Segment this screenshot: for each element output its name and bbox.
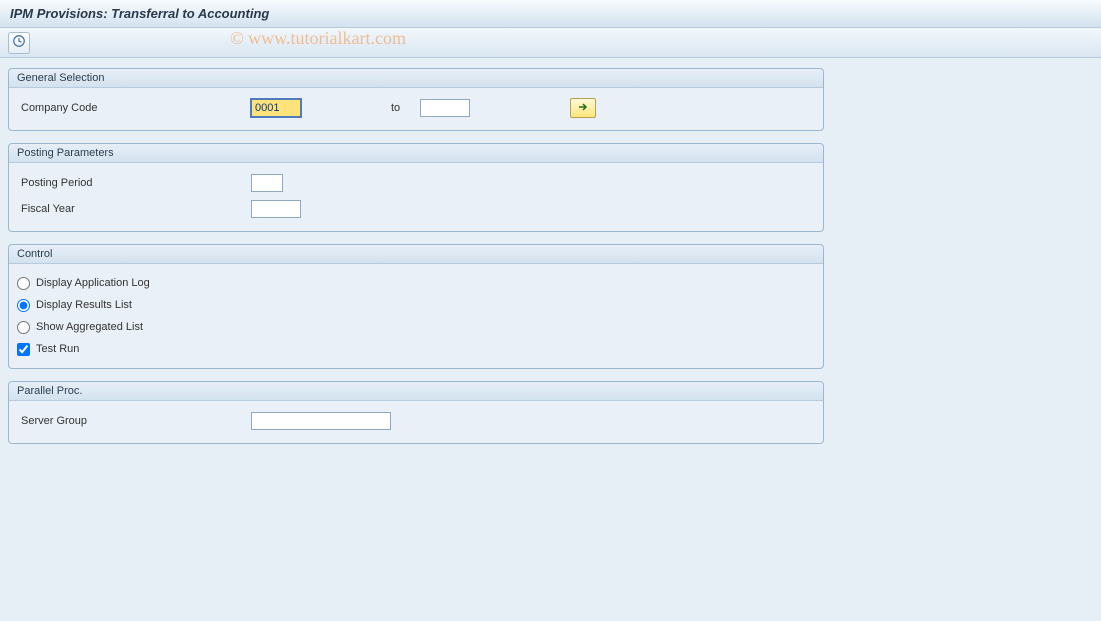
radio-display-results-label: Display Results List [36,299,132,311]
content-area: General Selection Company Code to Postin… [0,58,1101,466]
company-code-label: Company Code [21,102,251,114]
checkbox-test-run-label: Test Run [36,343,79,355]
execute-button[interactable] [8,32,30,54]
application-toolbar [0,28,1101,58]
group-posting-parameters: Posting Parameters Posting Period Fiscal… [8,143,824,232]
posting-period-label: Posting Period [21,177,251,189]
multiple-selection-button[interactable] [570,98,596,118]
radio-show-aggregated-input[interactable] [17,321,30,334]
server-group-label: Server Group [21,415,251,427]
company-code-from-input[interactable] [251,99,301,117]
group-title-general: General Selection [9,69,823,88]
radio-display-log-input[interactable] [17,277,30,290]
group-title-control: Control [9,245,823,264]
group-title-posting: Posting Parameters [9,144,823,163]
to-label: to [391,102,400,114]
arrow-right-icon [576,101,590,116]
fiscal-year-input[interactable] [251,200,301,218]
group-control: Control Display Application Log Display … [8,244,824,369]
group-general-selection: General Selection Company Code to [8,68,824,131]
posting-period-input[interactable] [251,174,283,192]
server-group-input[interactable] [251,412,391,430]
page-title: IPM Provisions: Transferral to Accountin… [10,6,269,21]
group-parallel-proc: Parallel Proc. Server Group [8,381,824,444]
radio-display-log[interactable]: Display Application Log [17,272,811,294]
fiscal-year-label: Fiscal Year [21,203,251,215]
radio-show-aggregated-label: Show Aggregated List [36,321,143,333]
group-title-parallel: Parallel Proc. [9,382,823,401]
company-code-to-input[interactable] [420,99,470,117]
radio-display-results[interactable]: Display Results List [17,294,811,316]
radio-display-log-label: Display Application Log [36,277,150,289]
window-title-bar: IPM Provisions: Transferral to Accountin… [0,0,1101,28]
execute-clock-icon [12,34,26,51]
checkbox-test-run[interactable]: Test Run [17,338,811,360]
radio-show-aggregated[interactable]: Show Aggregated List [17,316,811,338]
radio-display-results-input[interactable] [17,299,30,312]
checkbox-test-run-input[interactable] [17,343,30,356]
